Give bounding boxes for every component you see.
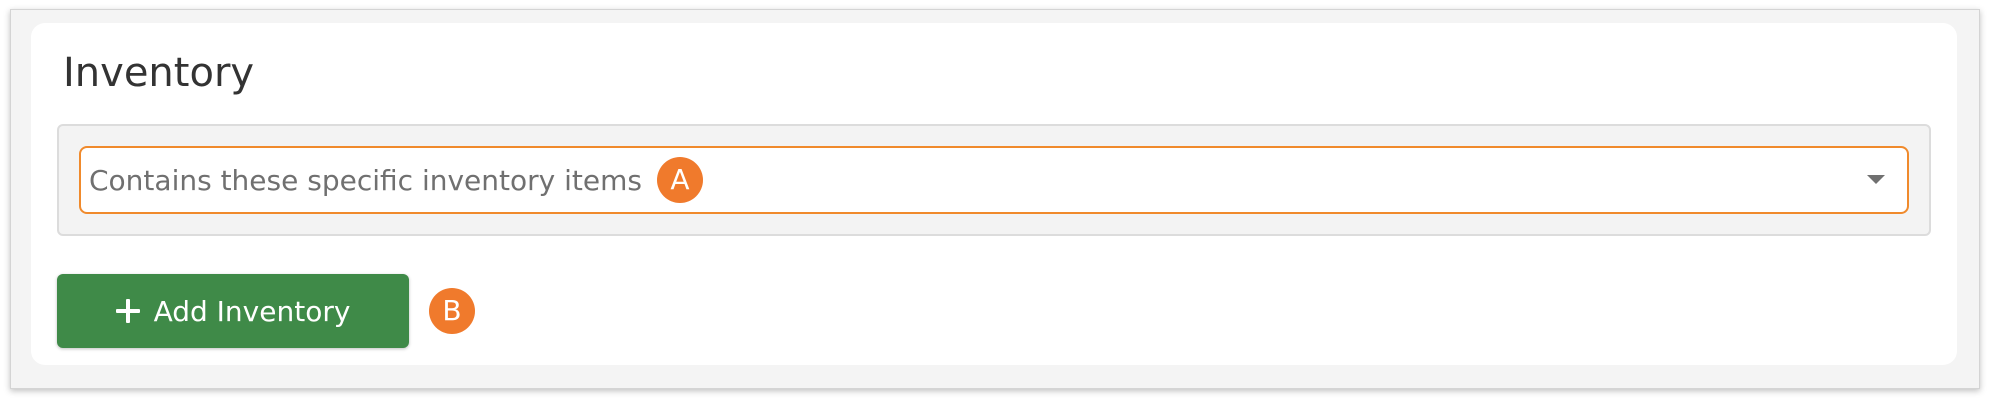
inventory-card: Inventory Contains these specific invent… bbox=[31, 23, 1957, 365]
inventory-condition-select[interactable]: Contains these specific inventory items … bbox=[79, 146, 1909, 214]
plus-icon bbox=[115, 299, 140, 323]
inventory-filter-panel: Contains these specific inventory items … bbox=[57, 124, 1931, 236]
window-frame: Inventory Contains these specific invent… bbox=[10, 9, 1980, 389]
add-inventory-label: Add Inventory bbox=[153, 294, 351, 328]
annotation-badge-b: B bbox=[429, 288, 475, 334]
add-inventory-button[interactable]: Add Inventory bbox=[57, 274, 409, 348]
select-value: Contains these specific inventory items bbox=[89, 163, 642, 197]
annotation-badge-a: A bbox=[657, 157, 703, 203]
caret-down-icon[interactable] bbox=[1867, 175, 1885, 184]
section-title: Inventory bbox=[63, 50, 255, 96]
